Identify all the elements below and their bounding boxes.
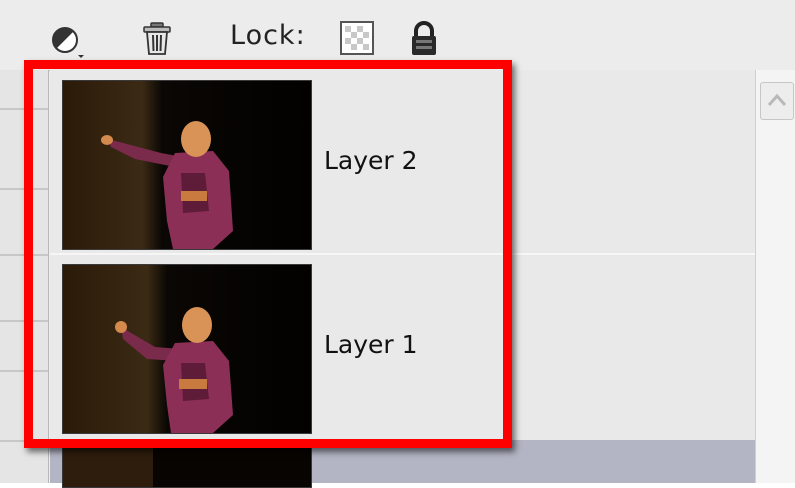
- gutter-separator: [0, 440, 48, 442]
- gutter-separator: [0, 188, 48, 190]
- layer-row-layer-1[interactable]: Layer 1: [50, 256, 755, 439]
- adjustment-layer-icon[interactable]: [50, 25, 86, 61]
- layer-list: Layer 2 Layer 1: [50, 70, 755, 488]
- layers-panel: Lock: Layer 2 Layer 1: [0, 0, 795, 488]
- layer-thumbnail[interactable]: [62, 446, 312, 488]
- vertical-scrollbar[interactable]: [755, 70, 795, 483]
- gutter-separator: [0, 370, 48, 372]
- visibility-column: [0, 70, 49, 483]
- layer-name[interactable]: Layer 1: [324, 330, 418, 359]
- layer-thumbnail[interactable]: [62, 264, 312, 434]
- layer-row-layer-2[interactable]: Layer 2: [50, 70, 755, 255]
- gutter-separator: [0, 108, 48, 110]
- padlock-icon[interactable]: [405, 20, 443, 58]
- scroll-up-button[interactable]: [760, 82, 794, 120]
- lock-transparent-pixels-icon[interactable]: [340, 21, 374, 55]
- layer-thumbnail[interactable]: [62, 80, 312, 250]
- gutter-separator: [0, 320, 48, 322]
- chevron-up-icon: [767, 93, 787, 106]
- trash-icon[interactable]: [138, 20, 176, 58]
- lock-label: Lock:: [230, 20, 306, 51]
- gutter-separator: [0, 254, 48, 256]
- layer-name[interactable]: Layer 2: [324, 146, 418, 175]
- layers-toolbar: Lock:: [0, 0, 795, 71]
- layer-row-background[interactable]: [50, 440, 755, 488]
